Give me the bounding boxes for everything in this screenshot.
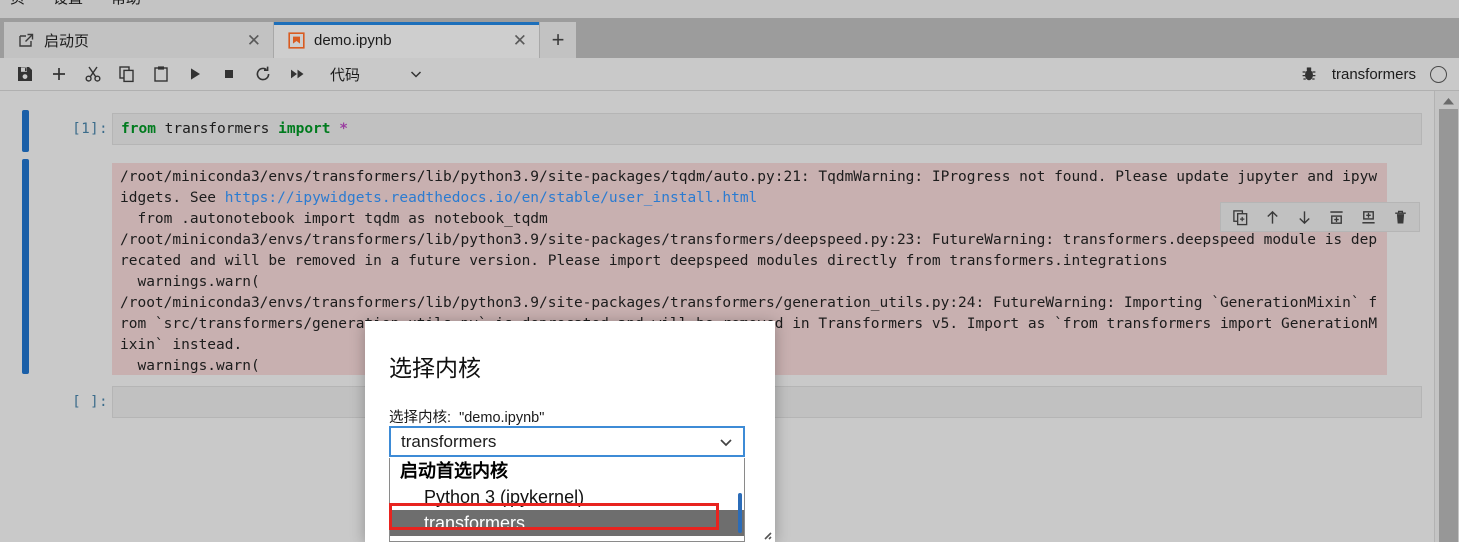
output-line-0: /root/miniconda3/envs/transformers/lib/p… xyxy=(120,169,1378,185)
output-line-1: idgets. See xyxy=(120,190,225,206)
new-tab-button[interactable]: + xyxy=(540,22,576,58)
tab-label-demo-ipynb: demo.ipynb xyxy=(314,31,392,49)
output-line-9: warnings.warn( xyxy=(120,358,260,374)
kernel-option-transformers[interactable]: transformers xyxy=(390,510,744,536)
kernel-option-python3[interactable]: Python 3 (ipykernel) xyxy=(390,484,744,510)
run-icon[interactable] xyxy=(178,59,212,89)
kernel-name-label[interactable]: transformers xyxy=(1332,66,1416,83)
delete-cell-icon[interactable] xyxy=(1385,204,1415,230)
kernel-option-group-preferred: 启动首选内核 xyxy=(400,461,508,481)
cell-type-select[interactable]: 代码 xyxy=(326,59,428,89)
restart-icon[interactable] xyxy=(246,59,280,89)
notebook-icon xyxy=(288,31,305,49)
run-all-icon[interactable] xyxy=(280,59,314,89)
vertical-scrollbar[interactable] xyxy=(1434,91,1459,542)
insert-cell-below-icon[interactable] xyxy=(1353,204,1383,230)
move-cell-down-icon[interactable] xyxy=(1289,204,1319,230)
cell-type-value: 代码 xyxy=(330,66,361,84)
close-icon[interactable]: ✕ xyxy=(489,32,527,49)
output-line-6: /root/miniconda3/envs/transformers/lib/p… xyxy=(120,295,1378,311)
notebook-toolbar: 代码 transformers xyxy=(0,58,1459,91)
tab-bar: 启动页 ✕ demo.ipynb ✕ + xyxy=(0,18,1459,58)
menu-item-0[interactable]: 页 xyxy=(10,0,25,8)
tab-strip: 启动页 ✕ demo.ipynb ✕ + xyxy=(4,22,576,58)
select-kernel-dialog[interactable]: 选择内核 选择内核: "demo.ipynb" transformers 启动首… xyxy=(365,321,775,542)
toolbar-right-group: transformers xyxy=(1300,65,1459,83)
tab-launcher[interactable]: 启动页 ✕ xyxy=(4,22,274,58)
chevron-down-icon xyxy=(408,66,424,82)
kernel-list-scrollbar[interactable] xyxy=(738,493,742,533)
duplicate-cell-icon[interactable] xyxy=(1225,204,1255,230)
resize-handle-icon[interactable] xyxy=(760,528,772,540)
menu-item-2[interactable]: 帮助 xyxy=(111,0,141,8)
output-line-5: warnings.warn( xyxy=(120,274,260,290)
kernel-select-combobox[interactable]: transformers xyxy=(389,426,745,457)
add-cell-icon[interactable] xyxy=(42,59,76,89)
code-token-star: * xyxy=(339,121,348,137)
code-token-import: import xyxy=(278,121,331,137)
chevron-down-icon[interactable] xyxy=(717,433,735,451)
menu-item-1[interactable]: 设置 xyxy=(53,0,83,8)
paste-icon[interactable] xyxy=(144,59,178,89)
launcher-icon xyxy=(18,32,35,49)
cell-input-editor[interactable]: from transformers import * xyxy=(112,113,1422,145)
output-link[interactable]: https://ipywidgets.readthedocs.io/en/sta… xyxy=(225,190,758,206)
code-token-module: transformers xyxy=(155,121,279,137)
close-icon[interactable]: ✕ xyxy=(223,32,261,49)
scroll-up-arrow-icon[interactable] xyxy=(1439,93,1458,109)
stop-icon[interactable] xyxy=(212,59,246,89)
cell-output-indicator xyxy=(22,159,29,374)
kernel-status-idle-icon[interactable] xyxy=(1430,65,1447,83)
insert-cell-above-icon[interactable] xyxy=(1321,204,1351,230)
save-icon[interactable] xyxy=(8,59,42,89)
tab-demo-ipynb[interactable]: demo.ipynb ✕ xyxy=(274,22,540,58)
tab-label-launcher: 启动页 xyxy=(44,32,90,50)
move-cell-up-icon[interactable] xyxy=(1257,204,1287,230)
menu-bar[interactable]: 页 设置 帮助 xyxy=(0,0,1459,18)
cut-icon[interactable] xyxy=(76,59,110,89)
output-line-2: from .autonotebook import tqdm as notebo… xyxy=(120,211,548,227)
output-line-8: ixin` instead. xyxy=(120,337,243,353)
cell-toolbar xyxy=(1220,202,1420,232)
kernel-option-group-no-kernel[interactable]: Use No Kernel xyxy=(390,536,744,541)
code-token-from: from xyxy=(121,121,156,137)
copy-icon[interactable] xyxy=(110,59,144,89)
bug-icon[interactable] xyxy=(1300,65,1318,83)
cell-selected-indicator xyxy=(22,110,29,152)
cell-prompt: [ ]: xyxy=(72,394,108,410)
kernel-select-value: transformers xyxy=(401,431,497,451)
output-line-3: /root/miniconda3/envs/transformers/lib/p… xyxy=(120,232,1378,248)
output-line-4: recated and will be removed in a future … xyxy=(120,253,1168,269)
dialog-subtitle: 选择内核: "demo.ipynb" xyxy=(389,410,545,426)
dialog-title: 选择内核 xyxy=(389,355,481,381)
kernel-options-list[interactable]: 启动首选内核 Python 3 (ipykernel) transformers… xyxy=(389,458,745,542)
scrollbar-thumb[interactable] xyxy=(1439,109,1458,542)
cell-prompt: [1]: xyxy=(72,121,108,137)
